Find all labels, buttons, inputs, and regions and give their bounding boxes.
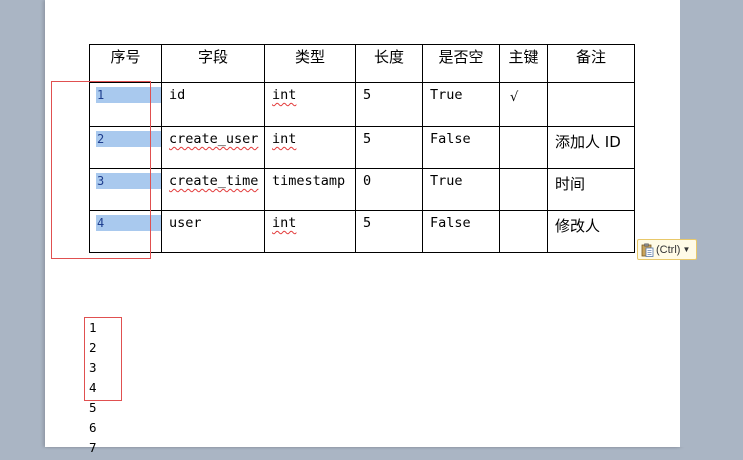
header-seq: 序号 [89,44,162,83]
header-nullable: 是否空 [422,44,500,83]
header-length: 长度 [355,44,423,83]
cell-pk[interactable] [499,168,548,211]
cell-field-text: create_user [169,131,259,147]
paste-options-label: (Ctrl) [656,243,681,256]
cell-nullable[interactable]: True [422,168,500,211]
cell-field[interactable]: create_user [161,126,265,169]
table-row[interactable]: 4 user int 5 False 修改人 [89,210,635,253]
cell-note[interactable] [547,82,635,127]
cell-type[interactable]: int [264,210,356,253]
cell-type-text: int [272,87,297,103]
cell-note[interactable]: 添加人 ID [547,126,635,169]
annotation-box-number-list [84,317,122,401]
list-item: 6 [89,420,97,435]
table-row[interactable]: 3 create_time timestamp 0 True 时间 [89,168,635,211]
cell-type[interactable]: int [264,126,356,169]
paste-options-button[interactable]: (Ctrl) ▼ [637,239,697,260]
cell-pk[interactable] [499,126,548,169]
workspace-left [0,0,45,447]
header-type: 类型 [264,44,356,83]
cell-length[interactable]: 5 [355,210,423,253]
cell-nullable[interactable]: False [422,126,500,169]
clipboard-icon [641,243,654,257]
cell-field[interactable]: id [161,82,265,127]
cell-field[interactable]: user [161,210,265,253]
annotation-box-table-column [51,81,151,259]
table-row[interactable]: 2 create_user int 5 False 添加人 ID [89,126,635,169]
workspace-right [680,0,743,447]
cell-length[interactable]: 5 [355,126,423,169]
cell-pk[interactable] [499,210,548,253]
cell-field[interactable]: create_time [161,168,265,211]
cell-nullable[interactable]: False [422,210,500,253]
list-item: 5 [89,400,97,415]
cell-note[interactable]: 修改人 [547,210,635,253]
cell-field-text: create_time [169,173,259,189]
cell-note[interactable]: 时间 [547,168,635,211]
cell-pk[interactable]: √ [499,82,548,127]
cell-nullable[interactable]: True [422,82,500,127]
header-pk: 主键 [499,44,548,83]
cell-type-text: int [272,131,297,147]
cell-type[interactable]: timestamp [264,168,356,211]
checkmark-icon: √ [510,90,519,105]
header-field: 字段 [161,44,265,83]
table-header-row: 序号 字段 类型 长度 是否空 主键 备注 [89,44,635,83]
list-item: 7 [89,440,97,455]
cell-length[interactable]: 0 [355,168,423,211]
header-note: 备注 [547,44,635,83]
cell-length[interactable]: 5 [355,82,423,127]
field-table[interactable]: 序号 字段 类型 长度 是否空 主键 备注 1 id int 5 True √ … [89,44,635,253]
cell-type-text: int [272,215,297,231]
table-row[interactable]: 1 id int 5 True √ [89,82,635,127]
caret-down-icon: ▼ [682,245,691,254]
cell-type[interactable]: int [264,82,356,127]
